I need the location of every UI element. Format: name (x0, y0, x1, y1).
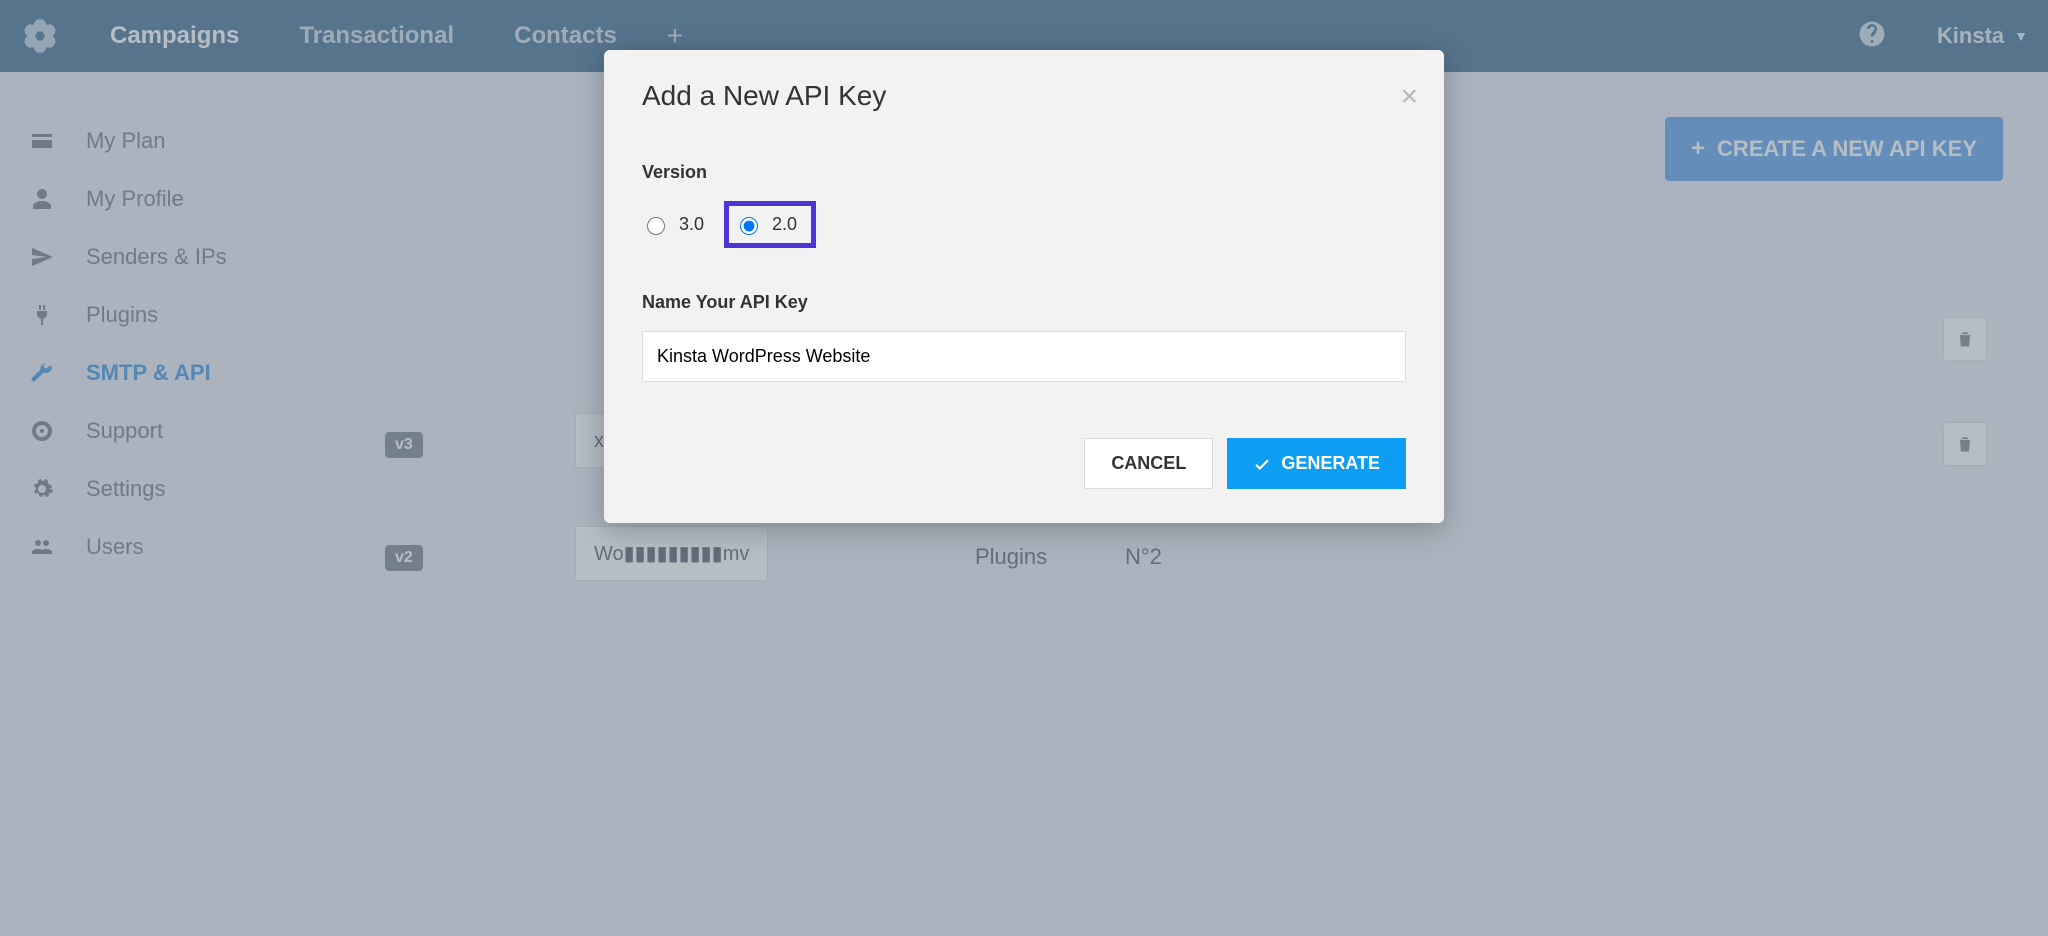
api-key-name-input[interactable] (642, 331, 1406, 382)
close-icon: × (1400, 80, 1418, 113)
version-radios: 3.0 2.0 (642, 201, 1406, 248)
modal-title: Add a New API Key (642, 80, 1406, 112)
add-api-key-modal: × Add a New API Key Version 3.0 2.0 Name… (604, 50, 1444, 523)
modal-overlay[interactable]: × Add a New API Key Version 3.0 2.0 Name… (0, 0, 2048, 936)
radio-2[interactable] (740, 217, 758, 235)
radio-label: 2.0 (772, 214, 797, 235)
close-button[interactable]: × (1400, 80, 1418, 114)
check-icon (1253, 455, 1271, 473)
cancel-button[interactable]: Cancel (1084, 438, 1213, 489)
radio-3[interactable] (647, 217, 665, 235)
name-label: Name Your API Key (642, 292, 1406, 313)
version-label: Version (642, 162, 1406, 183)
generate-label: Generate (1281, 453, 1380, 474)
version-option-3[interactable]: 3.0 (642, 214, 704, 235)
version-option-2[interactable]: 2.0 (724, 201, 816, 248)
radio-label: 3.0 (679, 214, 704, 235)
generate-button[interactable]: Generate (1227, 438, 1406, 489)
